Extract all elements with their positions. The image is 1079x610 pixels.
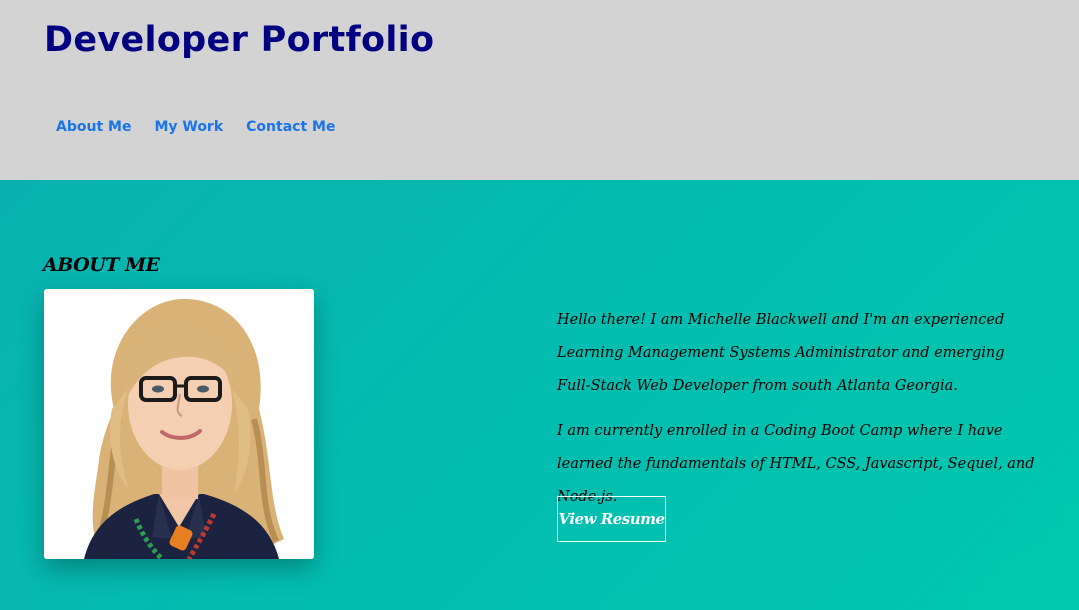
nav-my-work-link[interactable]: My Work [154,119,223,135]
site-header: Developer Portfolio About Me My Work Con… [0,0,1079,180]
about-bio: Hello there! I am Michelle Blackwell and… [557,304,1037,526]
portrait-image [44,289,314,559]
view-resume-button[interactable]: View Resume [557,496,666,542]
profile-photo [44,289,314,559]
main-nav: About Me My Work Contact Me [56,119,335,135]
about-heading: ABOUT ME [43,254,160,276]
nav-about-me-link[interactable]: About Me [56,119,131,135]
site-title: Developer Portfolio [44,20,435,60]
bio-paragraph-1: Hello there! I am Michelle Blackwell and… [557,312,1005,394]
nav-contact-me-link[interactable]: Contact Me [246,119,335,135]
about-section: ABOUT ME Hello there! I am Michelle Blac… [0,180,1079,610]
